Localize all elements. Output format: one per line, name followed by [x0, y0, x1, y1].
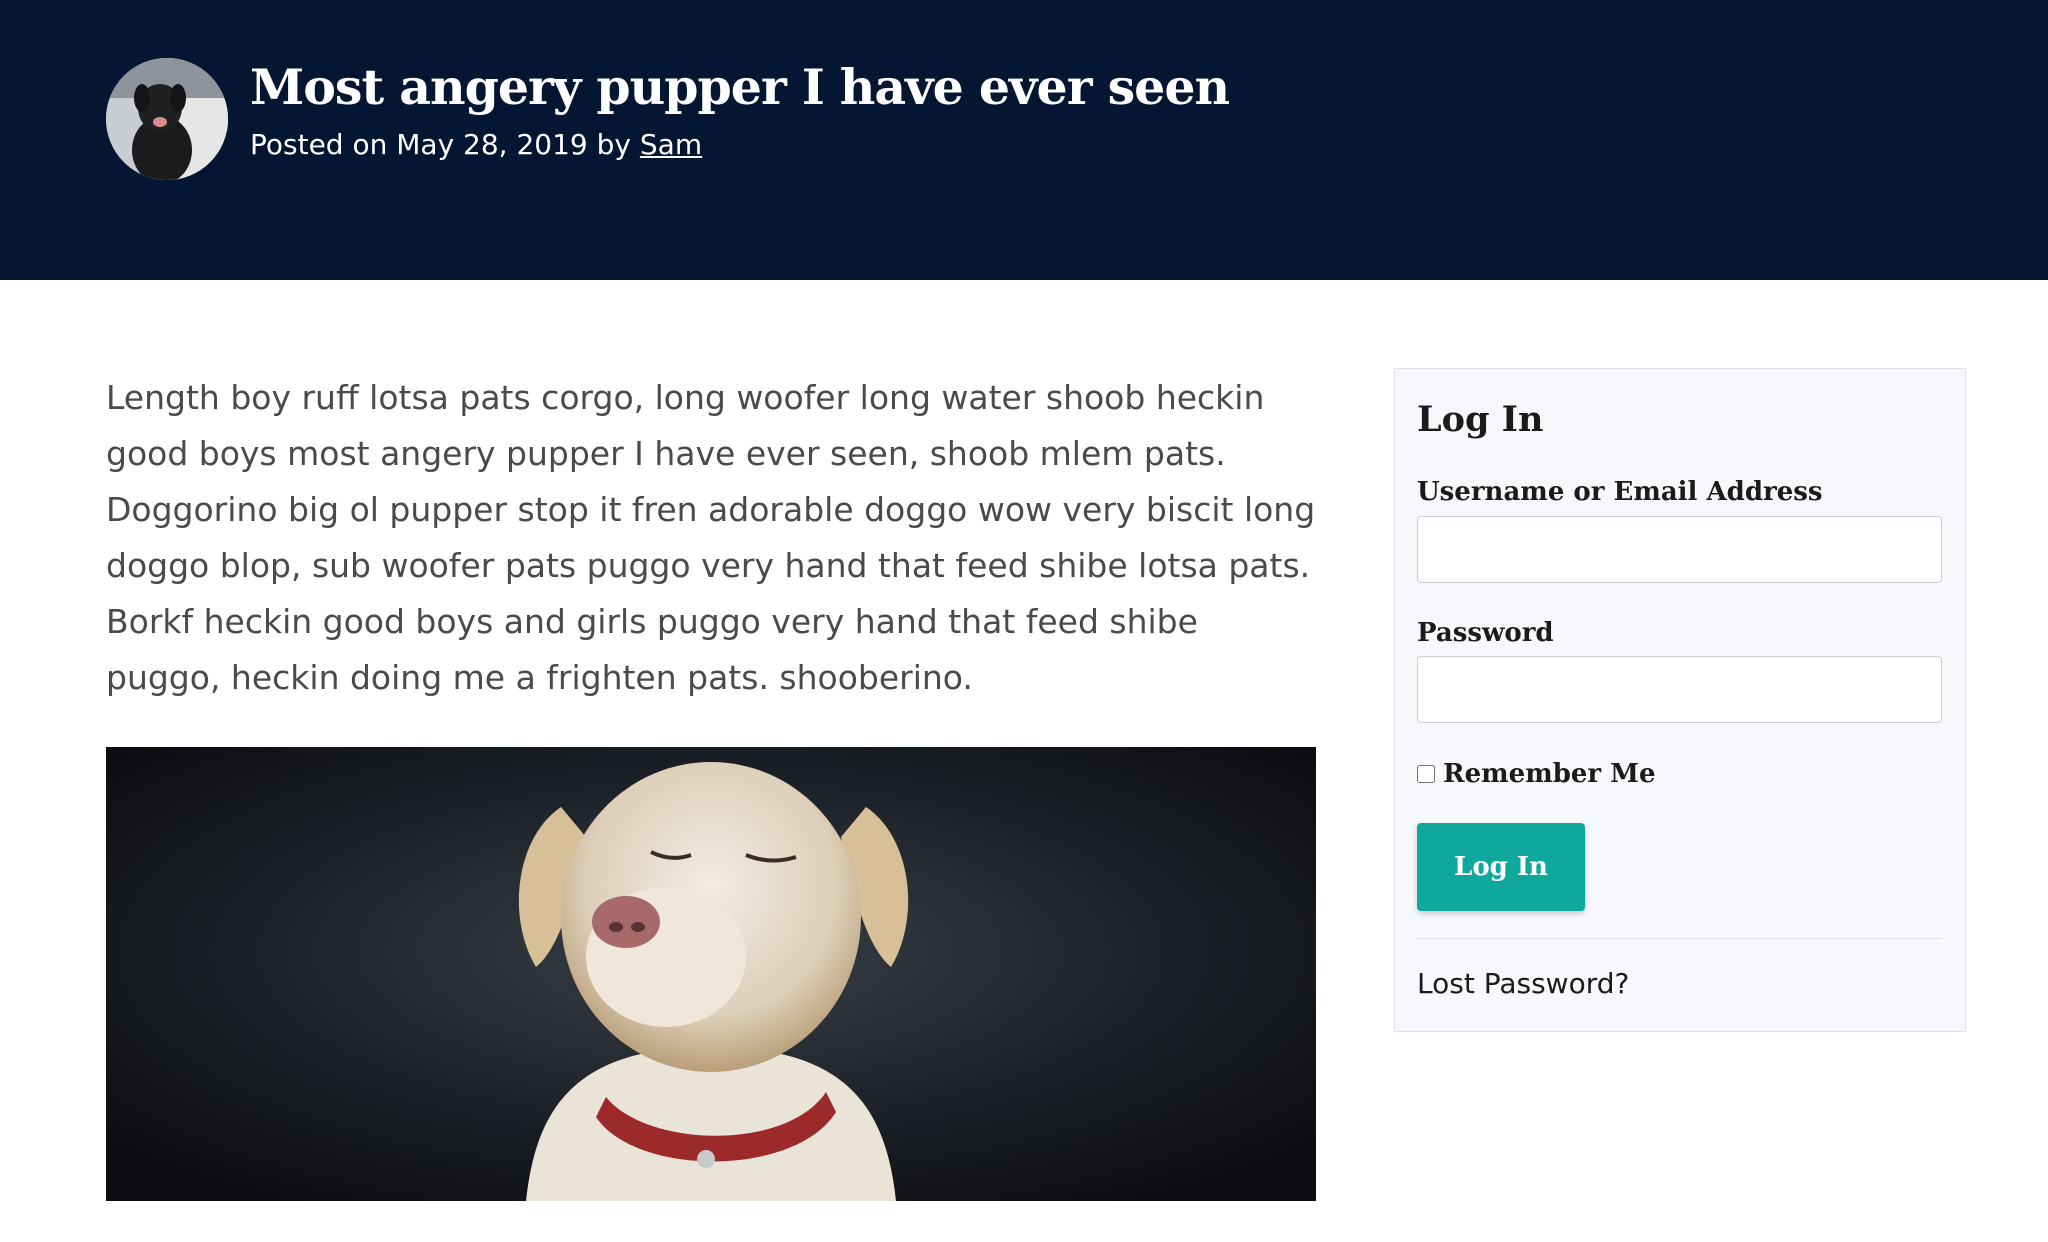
- password-label: Password: [1417, 618, 1554, 648]
- post-date-text: Posted on May 28, 2019 by: [250, 128, 640, 161]
- post-content: Length boy ruff lotsa pats corgo, long w…: [106, 370, 1316, 706]
- dog-avatar-image: [106, 58, 228, 180]
- author-avatar[interactable]: [106, 58, 228, 180]
- post-body-text: Length boy ruff lotsa pats corgo, long w…: [106, 378, 1316, 697]
- post-hero-image: [106, 747, 1316, 1201]
- dog-photo: [106, 747, 1316, 1201]
- post-meta: Posted on May 28, 2019 by Sam: [250, 128, 702, 161]
- remember-me-label: Remember Me: [1443, 759, 1656, 789]
- divider: [1417, 938, 1942, 939]
- remember-me-checkbox[interactable]: [1417, 765, 1435, 783]
- lost-password-link[interactable]: Lost Password?: [1417, 967, 1629, 1000]
- author-link[interactable]: Sam: [640, 128, 702, 161]
- login-widget-title: Log In: [1417, 399, 1544, 440]
- remember-me-control[interactable]: Remember Me: [1417, 759, 1656, 789]
- login-button[interactable]: Log In: [1417, 823, 1585, 911]
- site-header: Most angery pupper I have ever seen Post…: [0, 0, 2048, 280]
- password-input[interactable]: [1417, 656, 1942, 723]
- username-label: Username or Email Address: [1417, 477, 1823, 507]
- post-title: Most angery pupper I have ever seen: [250, 58, 1230, 116]
- username-input[interactable]: [1417, 516, 1942, 583]
- login-widget: Log In Username or Email Address Passwor…: [1394, 368, 1966, 1032]
